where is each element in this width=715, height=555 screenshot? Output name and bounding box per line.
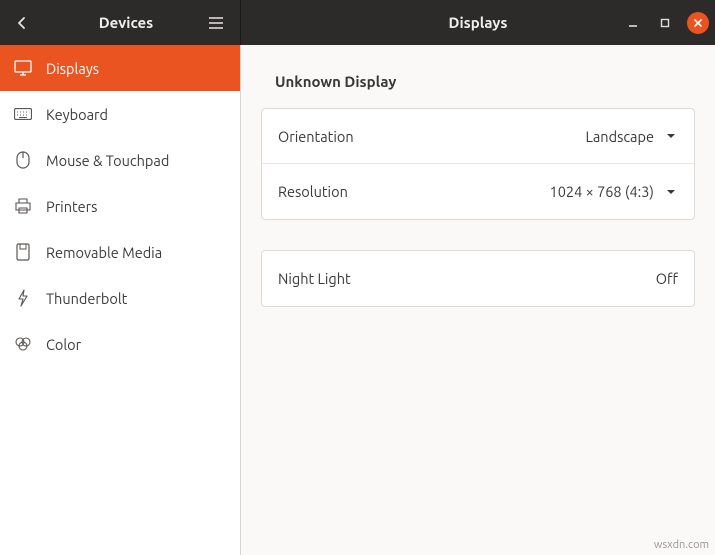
caret-down-icon [664, 133, 678, 139]
night-light-list: Night Light Off [261, 250, 695, 307]
hamburger-icon [209, 17, 223, 29]
minimize-button[interactable] [623, 13, 643, 33]
orientation-label: Orientation [278, 128, 354, 145]
close-button[interactable] [687, 12, 709, 34]
sidebar-item-label: Color [46, 336, 81, 353]
orientation-value: Landscape [585, 128, 654, 145]
display-icon [14, 59, 32, 77]
thunderbolt-icon [14, 289, 32, 307]
header-right: Displays [241, 0, 715, 45]
removable-media-icon [14, 243, 32, 261]
sidebar-item-removable-media[interactable]: Removable Media [0, 229, 240, 275]
sidebar-item-mouse-touchpad[interactable]: Mouse & Touchpad [0, 137, 240, 183]
window-controls [623, 12, 709, 34]
sidebar-item-label: Displays [46, 60, 99, 77]
sidebar-item-label: Mouse & Touchpad [46, 152, 169, 169]
sidebar-item-displays[interactable]: Displays [0, 45, 240, 91]
maximize-button[interactable] [655, 13, 675, 33]
night-light-row[interactable]: Night Light Off [262, 251, 694, 306]
main-content: Unknown Display Orientation Landscape Re… [241, 45, 715, 555]
sidebar-item-thunderbolt[interactable]: Thunderbolt [0, 275, 240, 321]
display-settings-list: Orientation Landscape Resolution 1024 × … [261, 108, 695, 220]
chevron-left-icon [17, 16, 27, 30]
sidebar-item-label: Removable Media [46, 244, 162, 261]
resolution-value-wrap: 1024 × 768 (4:3) [550, 183, 678, 200]
caret-down-icon [664, 189, 678, 195]
color-icon [14, 335, 32, 353]
hamburger-menu-button[interactable] [200, 7, 232, 39]
sidebar-item-keyboard[interactable]: Keyboard [0, 91, 240, 137]
sidebar-item-label: Printers [46, 198, 97, 215]
maximize-icon [660, 18, 670, 28]
orientation-value-wrap: Landscape [585, 128, 678, 145]
back-button[interactable] [0, 0, 44, 45]
header-left: Devices [0, 0, 241, 45]
night-light-value: Off [656, 270, 678, 287]
printer-icon [14, 197, 32, 215]
mouse-icon [14, 151, 32, 169]
resolution-row[interactable]: Resolution 1024 × 768 (4:3) [262, 164, 694, 219]
orientation-row[interactable]: Orientation Landscape [262, 109, 694, 164]
sidebar-item-label: Keyboard [46, 106, 108, 123]
sidebar: Displays Keyboard Mouse & Touchpad Print… [0, 45, 241, 555]
close-icon [693, 18, 703, 28]
sidebar-item-color[interactable]: Color [0, 321, 240, 367]
header-bar: Devices Displays [0, 0, 715, 45]
sidebar-item-printers[interactable]: Printers [0, 183, 240, 229]
minimize-icon [628, 18, 638, 28]
keyboard-icon [14, 105, 32, 123]
section-title: Unknown Display [275, 73, 695, 90]
watermark: wsxdn.com [654, 539, 709, 551]
resolution-label: Resolution [278, 183, 348, 200]
sidebar-item-label: Thunderbolt [46, 290, 127, 307]
night-light-label: Night Light [278, 270, 351, 287]
resolution-value: 1024 × 768 (4:3) [550, 183, 654, 200]
